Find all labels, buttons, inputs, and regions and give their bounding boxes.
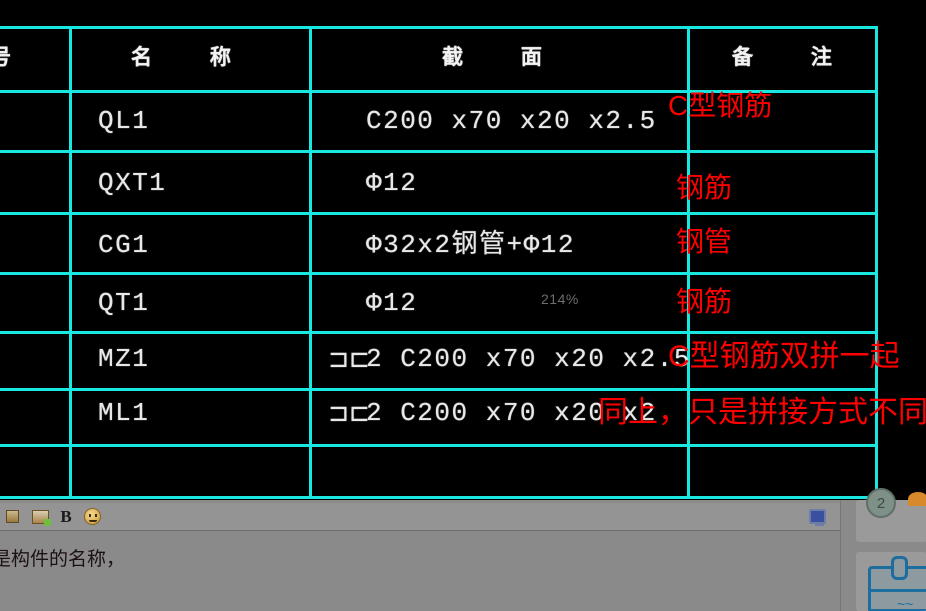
annotation-row-1: C型钢筋 bbox=[668, 90, 773, 121]
clipboard-card[interactable]: ~~ bbox=[856, 552, 926, 611]
cad-drawing-canvas[interactable]: 号 名 称 截 面 备 注 QL1 C200 x70 x20 x2.5 C型钢筋… bbox=[0, 0, 926, 500]
annotation-row-6: 同上，只是拼接方式不同 bbox=[598, 396, 926, 429]
table-col-divider-number-name bbox=[69, 26, 72, 499]
table-row-divider-3 bbox=[0, 272, 878, 275]
table-col-divider-name-section bbox=[309, 26, 312, 499]
message-body[interactable]: 是构件的名称， bbox=[0, 532, 840, 611]
clipboard-icon[interactable]: ~~ bbox=[868, 556, 926, 611]
avatar[interactable]: 2 bbox=[866, 488, 896, 518]
cell-name-row-2[interactable]: QXT1 bbox=[98, 170, 166, 196]
image-attach-icon[interactable] bbox=[30, 508, 51, 526]
avatar-card[interactable]: 2 bbox=[856, 488, 926, 542]
cell-name-row-1[interactable]: QL1 bbox=[98, 108, 149, 134]
column-header-section: 截 面 bbox=[442, 46, 568, 69]
application-chrome: B 是构件的名称， 2 ~~ bbox=[0, 488, 926, 611]
table-row-divider-4 bbox=[0, 331, 878, 334]
screenshot-root: 号 名 称 截 面 备 注 QL1 C200 x70 x20 x2.5 C型钢筋… bbox=[0, 0, 926, 611]
section-profile-symbol-row-5: ⊐⊏ bbox=[328, 344, 370, 373]
table-row-divider-2 bbox=[0, 212, 878, 215]
section-profile-symbol-row-6: ⊐⊏ bbox=[328, 398, 370, 427]
table-row-divider-5 bbox=[0, 388, 878, 391]
cell-name-row-6[interactable]: ML1 bbox=[98, 400, 149, 426]
cell-section-row-1[interactable]: C200 x70 x20 x2.5 bbox=[366, 108, 657, 134]
cell-name-row-4[interactable]: QT1 bbox=[98, 290, 149, 316]
clipboard-lines-icon: ~~ bbox=[897, 596, 914, 611]
image-icon[interactable] bbox=[2, 508, 22, 526]
column-header-remark: 备 注 bbox=[732, 46, 858, 69]
cell-section-row-5[interactable]: 2 C200 x70 x20 x2.5 bbox=[366, 346, 691, 372]
table-row-divider-6 bbox=[0, 444, 878, 447]
cell-name-row-5[interactable]: MZ1 bbox=[98, 346, 149, 372]
cell-name-row-3[interactable]: CG1 bbox=[98, 232, 149, 258]
cell-section-row-4[interactable]: Φ12 bbox=[366, 290, 417, 316]
table-border-top bbox=[0, 26, 878, 29]
cell-section-row-3[interactable]: Φ32x2钢管+Φ12 bbox=[366, 232, 575, 258]
editor-toolbar[interactable]: B bbox=[0, 503, 840, 531]
annotation-row-5: C型钢筋双拼一起 bbox=[668, 340, 900, 373]
column-header-number: 号 bbox=[0, 46, 11, 69]
table-border-bottom bbox=[0, 496, 878, 499]
monitor-icon[interactable] bbox=[809, 509, 826, 526]
badge-icon bbox=[908, 492, 926, 506]
zoom-level-indicator: 214% bbox=[541, 291, 579, 307]
monitor-icon-container[interactable] bbox=[795, 503, 840, 531]
emoji-icon[interactable] bbox=[82, 508, 102, 526]
table-row-divider-1 bbox=[0, 150, 878, 153]
column-header-name: 名 称 bbox=[131, 46, 257, 69]
annotation-row-4: 钢筋 bbox=[676, 286, 733, 317]
cell-section-row-2[interactable]: Φ12 bbox=[366, 170, 417, 196]
annotation-row-2: 钢筋 bbox=[676, 172, 733, 203]
right-sidebar: 2 ~~ bbox=[840, 488, 926, 611]
bold-icon[interactable]: B bbox=[58, 507, 74, 527]
annotation-row-3: 钢管 bbox=[676, 226, 733, 257]
message-text: 是构件的名称， bbox=[0, 549, 126, 570]
